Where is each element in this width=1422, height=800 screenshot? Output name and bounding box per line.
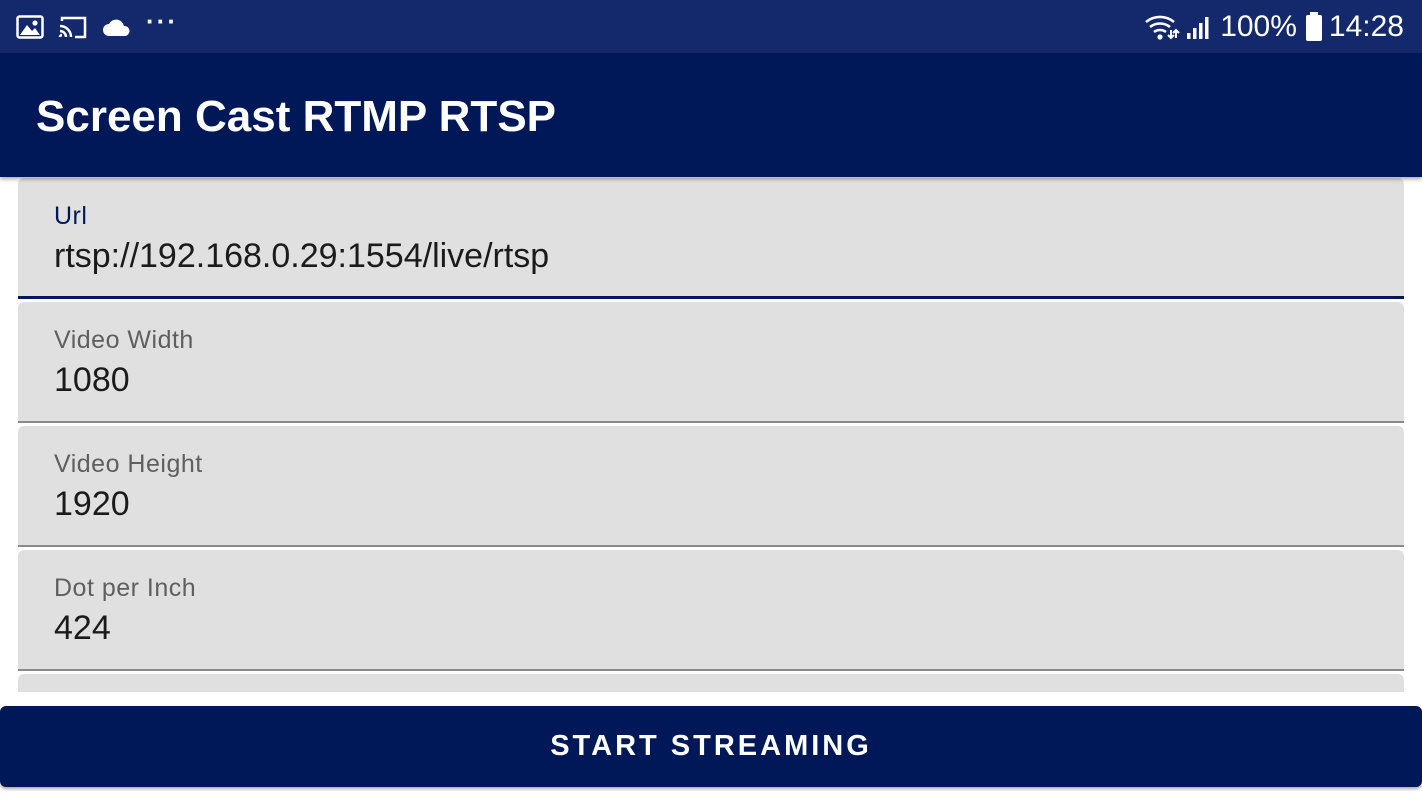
video-width-input[interactable] xyxy=(54,360,1354,400)
status-bar: ··· 100% 14:28 xyxy=(0,0,1422,53)
video-height-field[interactable]: Video Height xyxy=(18,426,1404,547)
status-bar-right: 100% 14:28 xyxy=(1144,10,1404,44)
url-input[interactable] xyxy=(54,236,1354,276)
dpi-input[interactable] xyxy=(54,608,1354,648)
battery-icon xyxy=(1305,12,1323,42)
settings-form: Url Video Width Video Height Dot per Inc… xyxy=(18,178,1404,692)
video-height-label: Video Height xyxy=(54,450,203,478)
wifi-icon xyxy=(1144,13,1180,41)
url-field[interactable]: Url xyxy=(18,178,1404,299)
more-dots-icon: ··· xyxy=(146,6,178,36)
dpi-label: Dot per Inch xyxy=(54,574,197,602)
battery-percent: 100% xyxy=(1220,10,1297,43)
next-field-partial[interactable] xyxy=(18,674,1404,692)
app-bar: Screen Cast RTMP RTSP xyxy=(0,53,1422,177)
status-bar-left: ··· xyxy=(16,8,178,41)
clock: 14:28 xyxy=(1328,10,1404,43)
video-width-field[interactable]: Video Width xyxy=(18,302,1404,423)
start-streaming-button[interactable]: START STREAMING xyxy=(0,706,1422,787)
cloud-icon xyxy=(102,17,132,37)
url-label: Url xyxy=(54,202,88,230)
video-height-input[interactable] xyxy=(54,484,1354,524)
gallery-icon xyxy=(16,15,44,39)
video-width-label: Video Width xyxy=(54,326,194,354)
cast-icon xyxy=(58,15,88,39)
signal-icon xyxy=(1186,13,1214,41)
dpi-field[interactable]: Dot per Inch xyxy=(18,550,1404,671)
app-title: Screen Cast RTMP RTSP xyxy=(36,92,557,141)
